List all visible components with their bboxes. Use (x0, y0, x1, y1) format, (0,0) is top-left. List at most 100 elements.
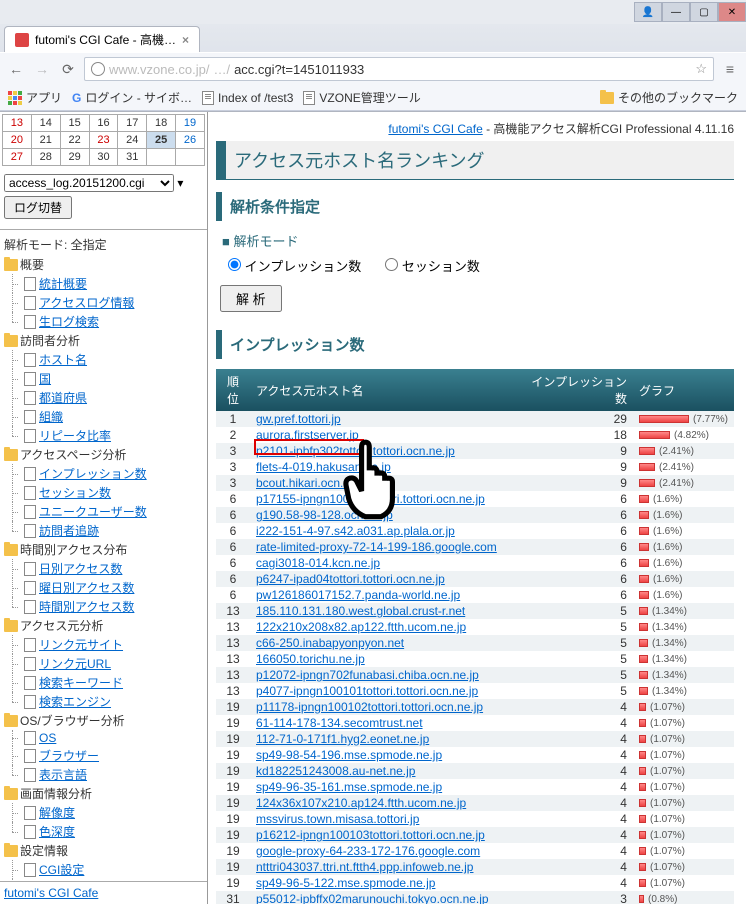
host-link[interactable]: p2101-ipbfp302tottori.tottori.ocn.ne.jp (256, 444, 455, 458)
tree-link[interactable]: リンク元URL (39, 655, 111, 672)
user-icon[interactable]: 👤 (634, 2, 662, 22)
tree-link[interactable]: 日別アクセス数 (39, 560, 122, 577)
calendar-day[interactable]: 19 (176, 115, 205, 132)
host-link[interactable]: i222-151-4-97.s42.a031.ap.plala.or.jp (256, 524, 455, 538)
calendar-day[interactable] (176, 149, 205, 166)
tree-link[interactable]: 検索エンジン (39, 693, 111, 710)
tree-link[interactable]: ブラウザー (39, 747, 99, 764)
tab-close-icon[interactable]: × (182, 33, 189, 47)
host-link[interactable]: cagi3018-014.kcn.ne.jp (256, 556, 380, 570)
host-link[interactable]: 112-71-0-171f1.hyg2.eonet.ne.jp (256, 732, 429, 746)
host-link[interactable]: sp49-98-54-196.mse.spmode.ne.jp (256, 748, 442, 762)
tree-link[interactable]: 検索キーワード (39, 674, 123, 691)
tree-group[interactable]: 時間別アクセス分布 (4, 540, 203, 559)
calendar-day[interactable]: 17 (118, 115, 147, 132)
calendar-day[interactable]: 18 (147, 115, 176, 132)
log-switch-button[interactable]: ログ切替 (4, 196, 72, 219)
radio-session[interactable]: セッション数 (385, 256, 480, 275)
calendar-day[interactable]: 13 (3, 115, 32, 132)
reload-button[interactable]: ⟳ (58, 59, 78, 79)
tree-group[interactable]: アクセスページ分析 (4, 445, 203, 464)
address-bar[interactable]: www.vzone.co.jp/ …/ acc.cgi?t=1451011933… (84, 57, 714, 81)
calendar-day[interactable]: 28 (31, 149, 60, 166)
host-link[interactable]: 166050.torichu.ne.jp (256, 652, 365, 666)
host-link[interactable]: gw.pref.tottori.jp (256, 412, 341, 426)
bookmark-item[interactable]: G ログイン - サイボ… (72, 89, 192, 106)
host-link[interactable]: sp49-96-5-122.mse.spmode.ne.jp (256, 876, 435, 890)
tree-link[interactable]: 時間別アクセス数 (39, 598, 134, 615)
calendar-day[interactable]: 23 (89, 132, 118, 149)
menu-button[interactable]: ≡ (720, 59, 740, 79)
tree-group[interactable]: 画面情報分析 (4, 784, 203, 803)
host-link[interactable]: p4077-ipngn100101tottori.tottori.ocn.ne.… (256, 684, 478, 698)
other-bookmarks[interactable]: その他のブックマーク (600, 89, 738, 106)
calendar-day[interactable]: 26 (176, 132, 205, 149)
calendar-day[interactable]: 20 (3, 132, 32, 149)
tree-link[interactable]: 組織 (39, 408, 63, 425)
host-link[interactable]: google-proxy-64-233-172-176.google.com (256, 844, 480, 858)
tree-group[interactable]: 設定情報 (4, 841, 203, 860)
calendar-day[interactable] (147, 149, 176, 166)
calendar-day[interactable]: 15 (60, 115, 89, 132)
host-link[interactable]: flets-4-019.hakusan.ne.jp (256, 460, 391, 474)
analyze-button[interactable]: 解 析 (220, 285, 282, 312)
host-link[interactable]: rate-limited-proxy-72-14-199-186.google.… (256, 540, 497, 554)
host-link[interactable]: 124x36x107x210.ap124.ftth.ucom.ne.jp (256, 796, 466, 810)
tree-group[interactable]: アクセス元分析 (4, 616, 203, 635)
host-link[interactable]: p55012-ipbffx02marunouchi.tokyo.ocn.ne.j… (256, 892, 489, 904)
host-link[interactable]: p11178-ipngn100102tottori.tottori.ocn.ne… (256, 700, 483, 714)
tree-link[interactable]: セッション数 (39, 484, 111, 501)
breadcrumb-link[interactable]: futomi's CGI Cafe (388, 122, 482, 136)
tree-link[interactable]: 国 (39, 370, 51, 387)
tree-link[interactable]: ホスト名 (39, 351, 87, 368)
host-link[interactable]: ntttri043037.ttri.nt.ftth4.ppp.infoweb.n… (256, 860, 473, 874)
calendar-day[interactable]: 21 (31, 132, 60, 149)
back-button[interactable]: ← (6, 59, 26, 79)
calendar-day[interactable]: 16 (89, 115, 118, 132)
host-link[interactable]: p12072-ipngn702funabasi.chiba.ocn.ne.jp (256, 668, 479, 682)
tree-link[interactable]: 都道府県 (39, 389, 87, 406)
apps-button[interactable]: アプリ (8, 89, 62, 106)
close-window-button[interactable]: ✕ (718, 2, 746, 22)
footer-link[interactable]: futomi's CGI Cafe (4, 886, 98, 900)
host-link[interactable]: 185.110.131.180.west.global.crust-r.net (256, 604, 465, 618)
calendar-day[interactable]: 29 (60, 149, 89, 166)
host-link[interactable]: aurora.firstserver.jp (256, 428, 359, 442)
host-link[interactable]: p6247-ipad04tottori.tottori.ocn.ne.jp (256, 572, 445, 586)
browser-tab[interactable]: futomi's CGI Cafe - 高機… × (4, 26, 200, 52)
tree-link[interactable]: OS (39, 731, 56, 745)
host-link[interactable]: mssvirus.town.misasa.tottori.jp (256, 812, 419, 826)
tree-link[interactable]: 解像度 (39, 804, 75, 821)
tree-group[interactable]: OS/ブラウザー分析 (4, 711, 203, 730)
host-link[interactable]: g190.58-98-128.ocn.ne.jp (256, 508, 393, 522)
calendar-day[interactable]: 30 (89, 149, 118, 166)
tree-link[interactable]: 表示言語 (39, 766, 87, 783)
tree-group[interactable]: 訪問者分析 (4, 331, 203, 350)
tree-link[interactable]: アクセスログ管理 (39, 880, 134, 881)
maximize-button[interactable]: ▢ (690, 2, 718, 22)
bookmark-item[interactable]: VZONE管理ツール (303, 89, 420, 106)
radio-impression[interactable]: インプレッション数 (228, 256, 361, 275)
host-link[interactable]: p16212-ipngn100103tottori.tottori.ocn.ne… (256, 828, 485, 842)
host-link[interactable]: pw126186017152.7.panda-world.ne.jp (256, 588, 460, 602)
tree-link[interactable]: 生ログ検索 (39, 313, 99, 330)
tree-group[interactable]: 概要 (4, 255, 203, 274)
host-link[interactable]: sp49-96-35-161.mse.spmode.ne.jp (256, 780, 442, 794)
host-link[interactable]: 61-114-178-134.secomtrust.net (256, 716, 423, 730)
tree-link[interactable]: リンク元サイト (39, 636, 123, 653)
tree-link[interactable]: リピータ比率 (39, 427, 111, 444)
forward-button[interactable]: → (32, 59, 52, 79)
host-link[interactable]: bcout.hikari.ocn.ne.jp (256, 476, 369, 490)
host-link[interactable]: 122x210x208x82.ap122.ftth.ucom.ne.jp (256, 620, 466, 634)
tree-link[interactable]: アクセスログ情報 (39, 294, 134, 311)
tree-link[interactable]: 色深度 (39, 823, 75, 840)
tree-link[interactable]: 統計概要 (39, 275, 87, 292)
host-link[interactable]: p17155-ipngn100102tottori.tottori.ocn.ne… (256, 492, 485, 506)
calendar-day[interactable]: 25 (147, 132, 176, 149)
tree-link[interactable]: インプレッション数 (39, 465, 147, 482)
tree-link[interactable]: 訪問者追跡 (39, 522, 99, 539)
minimize-button[interactable]: — (662, 2, 690, 22)
calendar-day[interactable]: 24 (118, 132, 147, 149)
bookmark-star-icon[interactable]: ☆ (695, 61, 707, 77)
tree-link[interactable]: ユニークユーザー数 (39, 503, 147, 520)
